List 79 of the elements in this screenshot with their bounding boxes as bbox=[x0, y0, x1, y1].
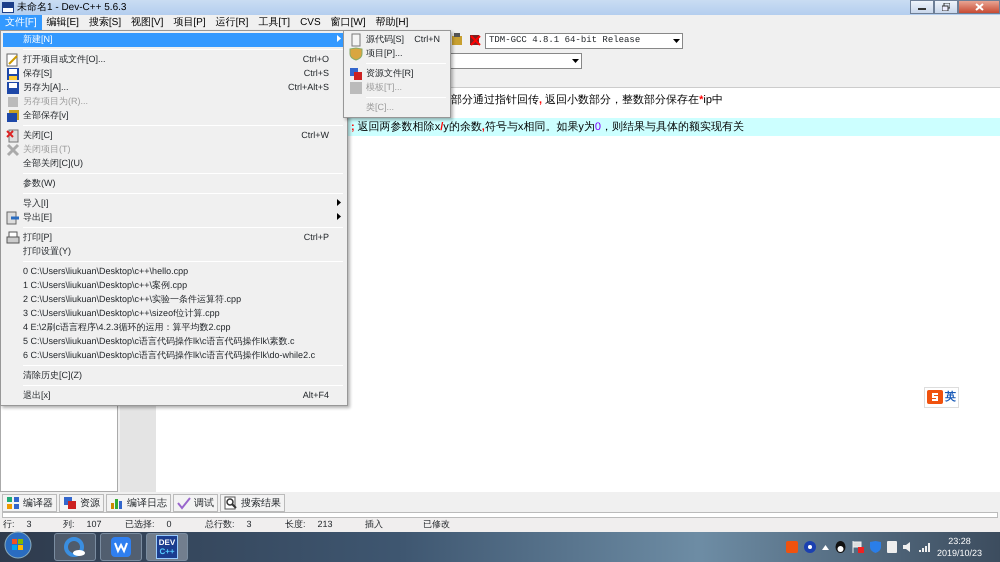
panel-tab[interactable]: 编译日志 bbox=[106, 494, 171, 512]
minimize-button[interactable] bbox=[910, 0, 934, 14]
panel-tab[interactable]: 编译器 bbox=[2, 494, 57, 512]
status-value: 0 bbox=[166, 518, 172, 532]
toolbar-icon bbox=[450, 32, 464, 46]
save-icon bbox=[6, 67, 20, 81]
app-icon bbox=[2, 2, 14, 13]
status-label: 行: bbox=[3, 518, 15, 532]
menu-item[interactable]: 工具[T] bbox=[253, 15, 296, 30]
check-icon bbox=[177, 496, 191, 510]
dropdown-arrow-icon bbox=[672, 39, 680, 43]
panel-tab[interactable]: 调试 bbox=[173, 494, 218, 512]
volume-icon bbox=[902, 541, 913, 553]
export-icon bbox=[6, 211, 20, 225]
menu-item[interactable]: 保存[S] Ctrl+S bbox=[3, 67, 345, 81]
status-label: 插入 bbox=[365, 518, 383, 532]
save-as-icon bbox=[6, 81, 20, 95]
menu-item[interactable]: 搜索[S] bbox=[84, 15, 126, 30]
menu-item[interactable]: 资源文件[R] bbox=[346, 67, 448, 81]
close-file-icon bbox=[6, 129, 20, 143]
signal-icon bbox=[918, 542, 931, 552]
menu-item[interactable]: CVS bbox=[295, 15, 326, 30]
taskbar-app[interactable] bbox=[100, 533, 142, 561]
status-value: 107 bbox=[86, 518, 102, 532]
resource-icon bbox=[349, 67, 363, 81]
menu-item[interactable]: 打开项目或文件[O]... Ctrl+O bbox=[3, 53, 345, 67]
search-icon bbox=[224, 496, 238, 510]
code-line: ; 返回两参数相除x/y的余数,符号与x相同。如果y为0，则结果与具体的额实现有关 bbox=[351, 121, 744, 133]
close-button[interactable] bbox=[958, 0, 1000, 14]
menu-item[interactable]: 窗口[W] bbox=[326, 15, 371, 30]
status-value: 213 bbox=[318, 518, 333, 532]
taskbar-app[interactable] bbox=[54, 533, 96, 561]
ime-logo-icon bbox=[927, 390, 943, 404]
disabled-icon bbox=[6, 95, 20, 109]
menu-item[interactable]: 源代码[S] Ctrl+N bbox=[346, 33, 448, 47]
status-label: 总行数: bbox=[205, 518, 235, 532]
taskbar-app[interactable]: DEV C++ bbox=[146, 533, 188, 561]
status-label: 已选择: bbox=[125, 518, 155, 532]
printer-icon bbox=[6, 231, 20, 245]
clock-date: 2019/10/23 bbox=[936, 547, 982, 559]
status-label: 列: bbox=[63, 518, 75, 532]
close-project-icon bbox=[6, 143, 20, 157]
document-app-icon bbox=[111, 537, 131, 557]
maximize-button[interactable] bbox=[934, 0, 958, 14]
shield-icon bbox=[349, 47, 363, 61]
logo-text: C++ bbox=[159, 547, 175, 556]
flag-icon bbox=[852, 541, 864, 553]
resource-icon bbox=[63, 496, 77, 510]
file-icon bbox=[349, 33, 363, 47]
clock-time: 23:28 bbox=[948, 535, 971, 547]
dropdown-arrow-icon bbox=[572, 59, 578, 63]
logo-text: DEV bbox=[158, 538, 176, 547]
menu-item[interactable]: 视图[V] bbox=[126, 15, 168, 30]
menu-item[interactable]: 运行[R] bbox=[210, 15, 254, 30]
status-label: 长度: bbox=[285, 518, 306, 532]
open-file-icon bbox=[6, 53, 20, 67]
menu-item[interactable]: 项目[P]... bbox=[346, 47, 448, 61]
panel-tab[interactable]: 资源 bbox=[59, 494, 104, 512]
save-all-icon bbox=[6, 109, 20, 123]
shield-icon bbox=[870, 541, 881, 553]
close-icon bbox=[974, 3, 984, 11]
restore-icon bbox=[942, 3, 950, 11]
status-value: 3 bbox=[246, 518, 252, 532]
menu-item[interactable]: 帮助[H] bbox=[370, 15, 414, 30]
bar-chart-icon bbox=[110, 496, 124, 510]
show-hidden-icon bbox=[822, 544, 829, 550]
status-value: 3 bbox=[26, 518, 32, 532]
compiler-dropdown[interactable]: TDM-GCC 4.8.1 64-bit Release bbox=[485, 33, 683, 49]
delete-icon bbox=[468, 32, 482, 46]
window-title: 未命名1 - Dev-C++ 5.6.3 bbox=[17, 2, 126, 14]
menu-item[interactable]: 项目[P] bbox=[168, 15, 211, 30]
cloud-icon bbox=[64, 537, 86, 557]
panel-tab[interactable]: 搜索结果 bbox=[220, 494, 285, 512]
code-line: 部分通过指针回传, 返回小数部分，整数部分保存在*ip中 bbox=[451, 94, 723, 106]
grid-icon bbox=[6, 496, 20, 510]
menu-item[interactable]: 编辑[E] bbox=[42, 15, 84, 30]
template-icon bbox=[349, 81, 363, 95]
submenu-arrow-icon bbox=[337, 35, 341, 42]
status-label: 已修改 bbox=[423, 518, 450, 532]
